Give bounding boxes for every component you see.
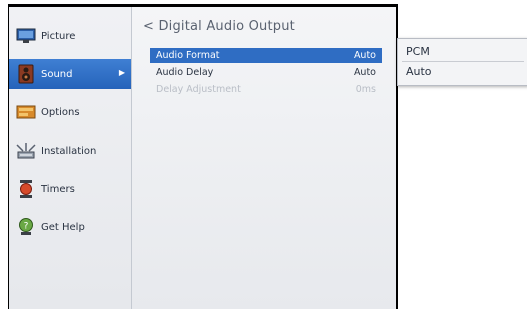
settings-screen: Picture Sound ▶ Options Installation Tim…	[9, 7, 396, 309]
sidebar-item-timers[interactable]: Timers	[9, 174, 131, 204]
row-value: Auto	[353, 67, 376, 78]
sidebar-item-picture[interactable]: Picture	[9, 21, 131, 51]
menu-row-audio-format[interactable]: Audio Format Auto	[150, 48, 382, 63]
row-label: Audio Format	[156, 50, 220, 61]
row-label: Audio Delay	[156, 67, 214, 78]
satellite-icon	[15, 142, 37, 160]
svg-text:?: ?	[24, 222, 29, 232]
back-icon[interactable]: <	[143, 19, 154, 34]
sidebar-item-label: Installation	[41, 145, 97, 157]
timer-icon	[15, 180, 37, 198]
row-label: Delay Adjustment	[156, 84, 241, 95]
help-icon: ?	[15, 218, 37, 236]
dropdown-option-pcm[interactable]: PCM	[402, 42, 524, 61]
speaker-icon	[15, 64, 37, 84]
sidebar-item-label: Get Help	[41, 221, 85, 233]
sidebar-item-label: Sound	[41, 68, 73, 80]
page-title-text: Digital Audio Output	[158, 19, 295, 34]
row-value: 0ms	[355, 84, 376, 95]
sidebar: Picture Sound ▶ Options Installation Tim…	[9, 7, 132, 309]
options-icon	[15, 103, 37, 121]
audio-format-dropdown: PCM Auto	[397, 38, 527, 86]
menu-row-audio-delay[interactable]: Audio Delay Auto	[150, 65, 382, 80]
menu-row-delay-adjustment: Delay Adjustment 0ms	[150, 82, 382, 97]
dropdown-option-auto[interactable]: Auto	[402, 62, 524, 81]
page-title[interactable]: < Digital Audio Output	[143, 19, 295, 34]
monitor-icon	[15, 27, 37, 45]
sidebar-item-installation[interactable]: Installation	[9, 136, 131, 166]
sidebar-item-get-help[interactable]: ? Get Help	[9, 212, 131, 242]
sidebar-item-label: Picture	[41, 30, 76, 42]
sidebar-item-label: Options	[41, 106, 80, 118]
sidebar-item-sound[interactable]: Sound ▶	[9, 59, 131, 89]
row-value: Auto	[353, 50, 376, 61]
sidebar-item-options[interactable]: Options	[9, 97, 131, 127]
chevron-right-icon: ▶	[118, 68, 125, 77]
sidebar-item-label: Timers	[41, 183, 75, 195]
